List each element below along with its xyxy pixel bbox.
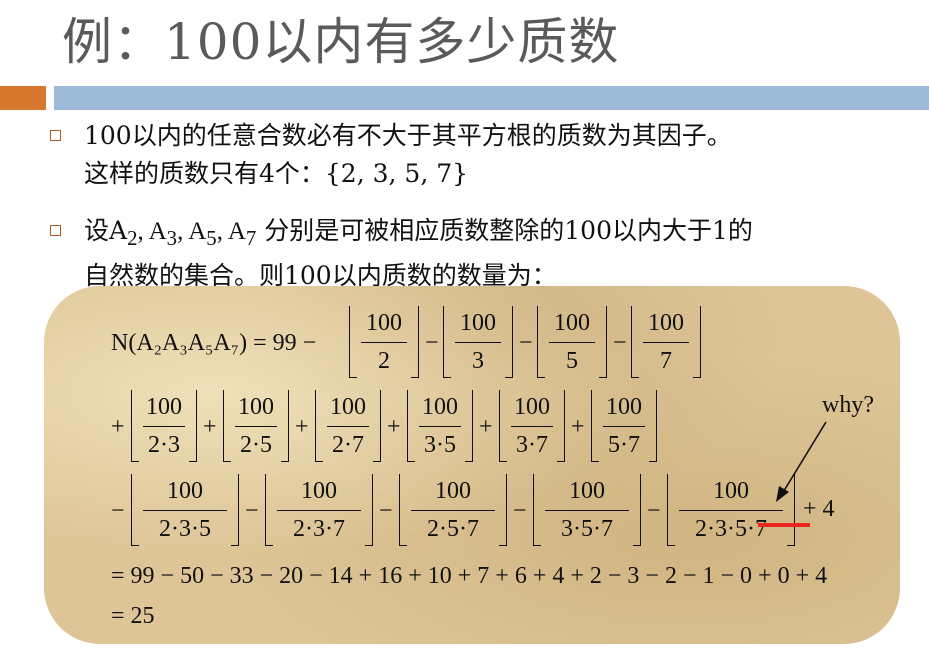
floor-fraction: 100 5 [537,306,607,378]
fraction-numerator: 100 [648,310,684,336]
fraction-denominator: 2·3 [148,432,180,458]
floor-fraction: 100 2·5 [223,390,289,462]
fraction-numerator: 100 [606,394,642,420]
formula-operator: − [245,498,259,524]
bullet-2-line-1: 设A2, A3, A5, A7 分别是可被相应质数整除的100以内大于1的 [84,212,753,257]
floor-fraction: 100 2·3 [131,390,197,462]
fraction-numerator: 100 [301,478,337,504]
fraction-denominator: 2·3·5·7 [695,516,767,542]
floor-fraction: 100 3·7 [499,390,565,462]
square-bullet-icon [50,130,61,141]
red-underline-mark [758,523,810,527]
floor-fraction: 100 2·5·7 [399,474,507,546]
page-title: 例：100以内有多少质数 [62,13,620,71]
fraction-numerator: 100 [569,478,605,504]
floor-fraction: 100 3 [443,306,513,378]
fraction-denominator: 2·5 [240,432,272,458]
formula-operator: − [379,498,393,524]
floor-fraction: 100 2·7 [315,390,381,462]
formula-operator: − [647,498,661,524]
fraction-denominator: 3 [472,348,484,374]
fraction-denominator: 5·7 [608,432,640,458]
fraction-numerator: 100 [435,478,471,504]
fraction-denominator: 2 [378,348,390,374]
formula-operator: + [479,414,493,440]
floor-fraction: 100 3·5·7 [533,474,641,546]
fraction-numerator: 100 [460,310,496,336]
floor-fraction: 100 2·3·7 [265,474,373,546]
floor-fraction: 100 2·3·5 [131,474,239,546]
bullet-item-2: 设A2, A3, A5, A7 分别是可被相应质数整除的100以内大于1的 自然… [50,212,753,295]
fraction-denominator: 3·7 [516,432,548,458]
bullet-1-line-1: 100以内的任意合数必有不大于其平方根的质数为其因子。 [84,121,732,150]
formula-row-5: = 25 [111,603,155,629]
fraction-numerator: 100 [330,394,366,420]
floor-fraction: 100 3·5 [407,390,473,462]
fraction-numerator: 100 [146,394,182,420]
bullet-item-1: 100以内的任意合数必有不大于其平方根的质数为其因子。 这样的质数只有4个：{2… [50,117,732,193]
formula-operator: − [613,330,627,356]
bullet-2-line-1-prefix: 设A [84,216,128,245]
fraction-numerator: 100 [554,310,590,336]
floor-fraction: 100 5·7 [591,390,657,462]
fraction-numerator: 100 [366,310,402,336]
formula-lhs: N(A₂A₃A₅A₇) = 99 − [111,330,317,356]
bullet-2-line-1-suffix: 分别是可被相应质数整除的100以内大于1的 [256,216,753,245]
set-subscripts: 2, A3, A5, A7 [127,218,257,250]
bullet-1-line-2: 这样的质数只有4个：{2, 3, 5, 7} [84,159,469,188]
formula-operator: − [519,330,533,356]
floor-fraction: 100 2 [349,306,419,378]
fraction-denominator: 2·5·7 [427,516,479,542]
accent-bar-orange [0,86,46,110]
fraction-denominator: 2·7 [332,432,364,458]
formula-operator: + [387,414,401,440]
formula-operator: + [571,414,585,440]
square-bullet-icon [50,225,61,236]
fraction-denominator: 3·5 [424,432,456,458]
fraction-numerator: 100 [514,394,550,420]
formula-row-4: = 99 − 50 − 33 − 20 − 14 + 16 + 10 + 7 +… [111,563,828,589]
formula-operator: + [295,414,309,440]
fraction-denominator: 7 [660,348,672,374]
fraction-denominator: 3·5·7 [561,516,613,542]
why-annotation: why? [822,392,874,418]
fraction-numerator: 100 [238,394,274,420]
arrow-icon [776,421,827,502]
fraction-denominator: 2·3·7 [293,516,345,542]
fraction-denominator: 2·3·5 [159,516,211,542]
fraction-denominator: 5 [566,348,578,374]
floor-fraction: 100 7 [631,306,701,378]
formula-operator: + [111,414,125,440]
formula-operator: − [513,498,527,524]
fraction-numerator: 100 [422,394,458,420]
formula-operator: + [203,414,217,440]
accent-bar-blue [54,86,929,110]
fraction-numerator: 100 [167,478,203,504]
formula-operator: − [111,498,125,524]
formula-operator: − [425,330,439,356]
